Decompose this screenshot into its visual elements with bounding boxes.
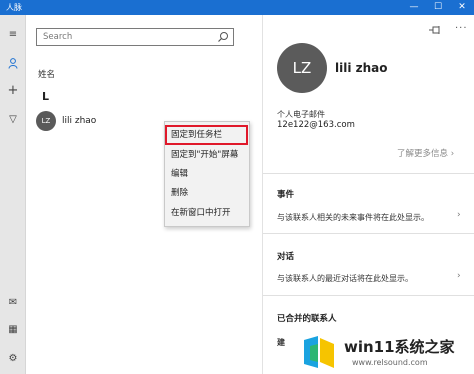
divider [263,173,474,174]
menu-item-pin-to-taskbar[interactable]: 固定到任务栏 [165,125,248,145]
contact-detail-pane: ··· LZ lili zhao 个人电子邮件 12e122@163.com 了… [262,15,474,374]
search-placeholder: Search [43,32,73,42]
more-options-icon[interactable]: ··· [455,23,468,34]
hamburger-menu-icon[interactable]: ≡ [0,25,26,45]
minimize-button[interactable]: — [402,0,426,15]
events-text: 与该联系人相关的未来事件将在此处显示。 [277,213,429,222]
learn-more-link[interactable]: 了解更多信息 › [397,147,454,159]
menu-item-open-new-window[interactable]: 在新窗口中打开 [171,205,231,221]
search-icon[interactable] [217,31,229,43]
pin-icon[interactable] [429,25,443,35]
merged-contacts-sub[interactable]: 建 [277,337,285,348]
contact-display-name: lili zhao [335,61,388,75]
divider [263,295,474,296]
contact-avatar-large: LZ [277,43,327,93]
sort-label[interactable]: 姓名 [38,68,55,80]
menu-item-edit[interactable]: 编辑 [171,166,188,182]
window-title: 人脉 [6,3,22,12]
person-icon[interactable] [0,53,26,73]
conversations-heading: 对话 [277,252,295,262]
maximize-button[interactable]: ☐ [426,0,450,15]
email-link[interactable]: 12e122@163.com [277,120,355,130]
win11-logo-icon [304,336,334,368]
mail-icon[interactable]: ✉ [0,293,26,313]
close-button[interactable]: ✕ [450,0,474,15]
email-label: 个人电子邮件 [277,110,325,119]
conversations-chevron-icon[interactable]: › [457,271,461,281]
watermark-site: www.relsound.com [352,358,428,367]
events-heading: 事件 [277,190,295,200]
watermark: win11系统之家 www.relsound.com [298,330,474,374]
watermark-brand: win11系统之家 [344,338,455,356]
divider [263,233,474,234]
calendar-icon[interactable]: ▦ [0,320,26,340]
merged-contacts-heading: 已合并的联系人 [277,314,337,324]
search-box[interactable]: Search [36,28,234,46]
menu-item-delete[interactable]: 删除 [171,185,188,201]
context-menu: 固定到任务栏 固定到"开始"屏幕 编辑 删除 在新窗口中打开 [164,121,250,227]
settings-icon[interactable]: ⚙ [0,349,26,369]
group-letter[interactable]: L [42,90,49,103]
conversations-text: 与该联系人的最近对话将在此处显示。 [277,274,413,283]
contact-list-pane: Search 姓名 L LZ lili zhao 固定到任务栏 固定到"开始"屏… [26,15,262,374]
events-chevron-icon[interactable]: › [457,210,461,220]
avatar: LZ [36,111,56,131]
filter-icon[interactable]: ▽ [0,110,26,130]
nav-rail: ≡ + ▽ ✉ ▦ ⚙ [0,15,26,374]
menu-item-pin-to-start[interactable]: 固定到"开始"屏幕 [171,147,238,163]
contact-name: lili zhao [62,116,97,126]
add-icon[interactable]: + [0,81,26,101]
title-bar: 人脉 — ☐ ✕ [0,0,474,15]
